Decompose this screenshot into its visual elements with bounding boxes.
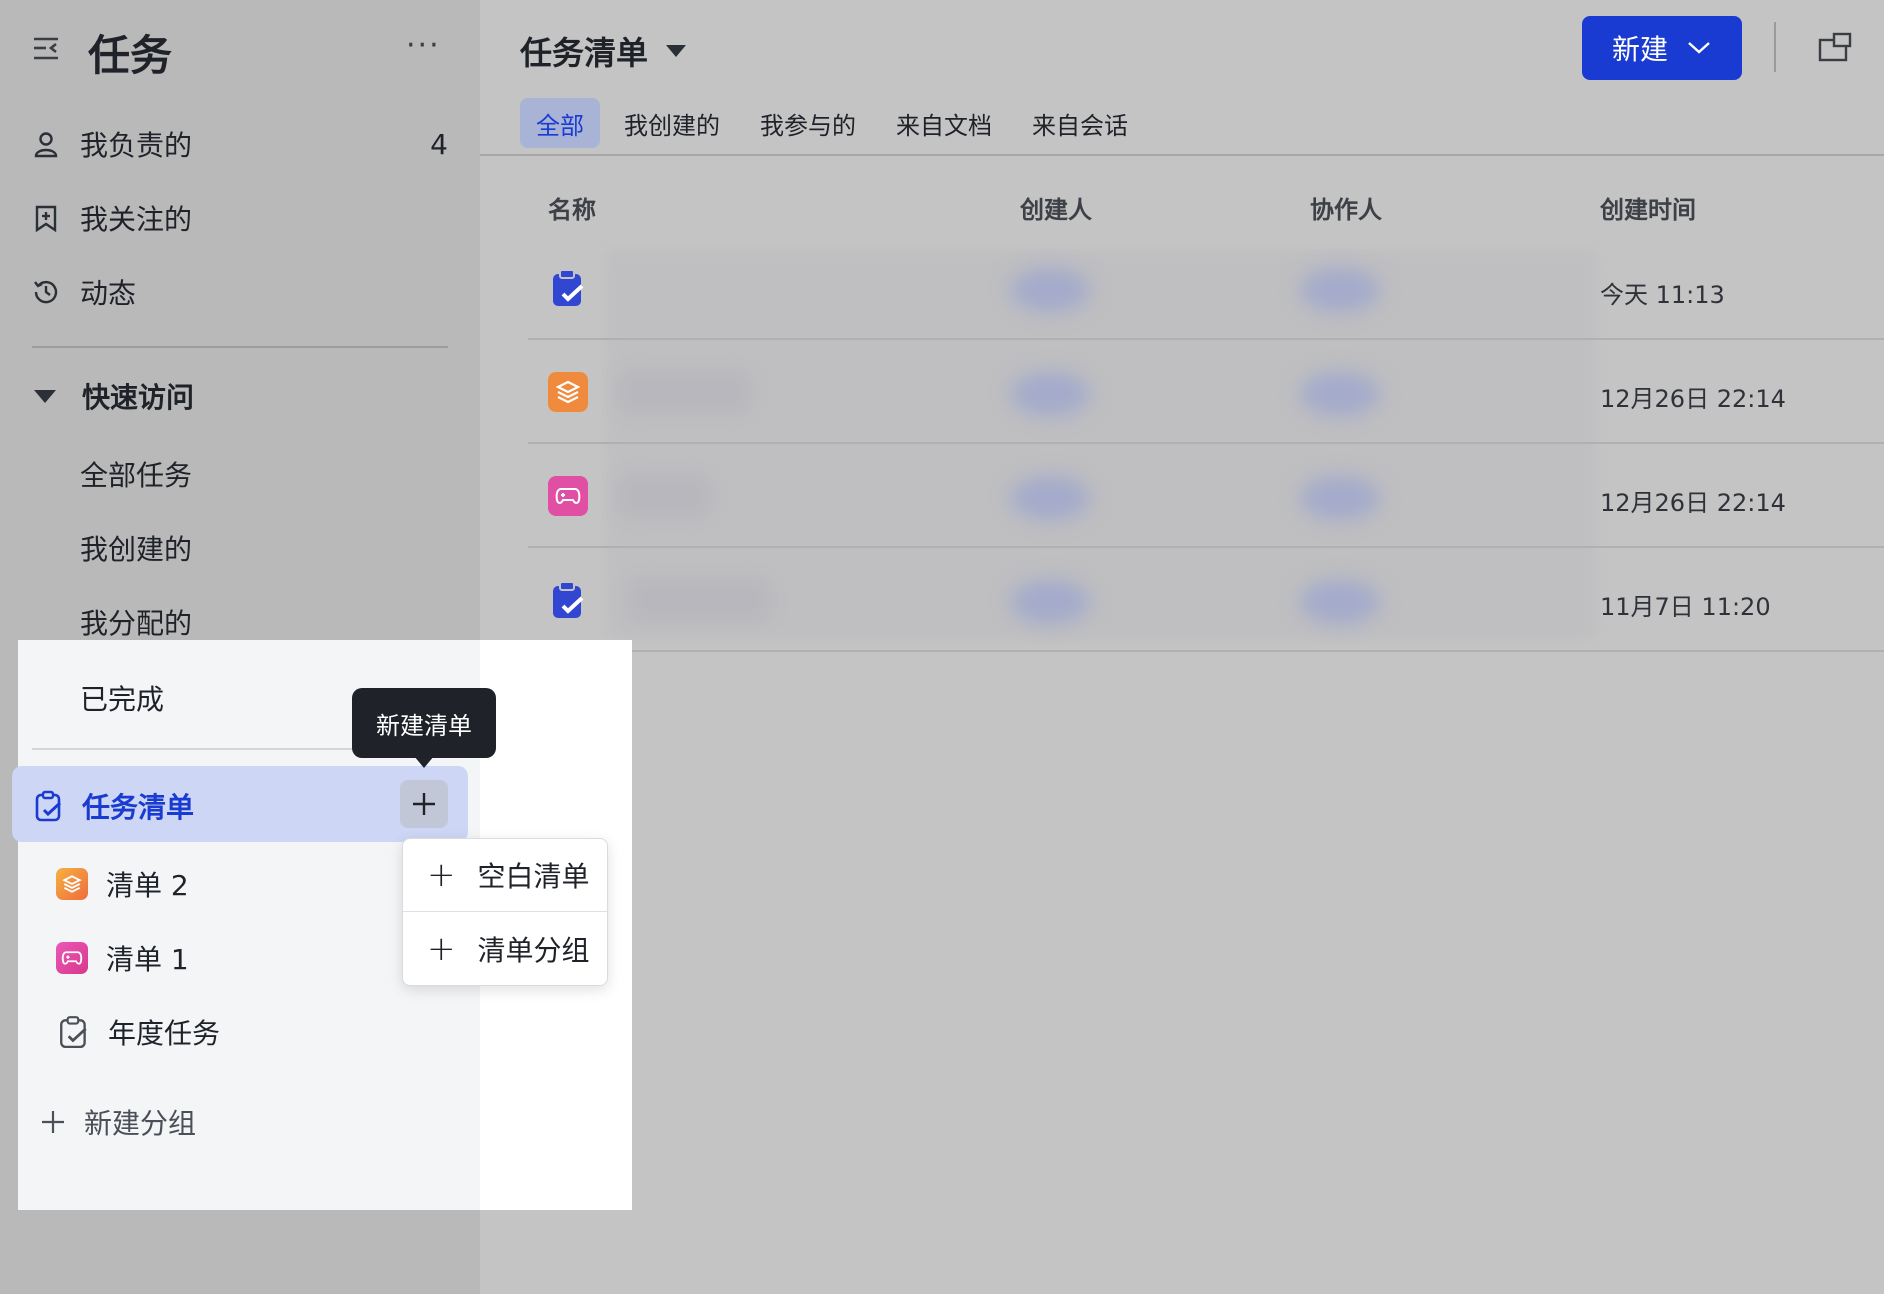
quick-access-item-created[interactable]: 我创建的 bbox=[80, 528, 192, 568]
tab-created[interactable]: 我创建的 bbox=[608, 98, 736, 148]
sidebar-item-label: 我负责的 bbox=[80, 129, 193, 162]
add-list-button[interactable] bbox=[400, 780, 448, 828]
layers-icon bbox=[56, 868, 88, 900]
page-title[interactable]: 任务清单 bbox=[520, 28, 687, 74]
layers-icon bbox=[548, 372, 588, 412]
sidebar-item-following[interactable]: 我关注的 bbox=[30, 188, 460, 248]
task-lists-header[interactable]: 任务清单 bbox=[34, 786, 194, 826]
gamepad-icon bbox=[56, 942, 88, 974]
quick-access-label: 快速访问 bbox=[82, 381, 195, 414]
bookmark-icon bbox=[30, 202, 62, 234]
row-divider bbox=[528, 546, 1884, 548]
plus-icon: + bbox=[427, 855, 456, 895]
creator-avatar bbox=[1010, 268, 1090, 312]
new-list-menu: + 空白清单 + 清单分组 bbox=[402, 838, 608, 986]
plus-icon bbox=[413, 793, 435, 815]
tab-all[interactable]: 全部 bbox=[520, 98, 600, 148]
task-name-blurred bbox=[620, 476, 710, 516]
quick-access-item-completed[interactable]: 已完成 bbox=[80, 678, 164, 718]
list-item-list-1[interactable]: 清单 1 bbox=[56, 938, 189, 978]
created-time: 今天 11:13 bbox=[1600, 281, 1725, 309]
clipboard-check-icon bbox=[34, 790, 64, 822]
menu-item-label: 空白清单 bbox=[477, 860, 590, 893]
list-item-label: 清单 1 bbox=[106, 943, 189, 976]
row-divider bbox=[528, 650, 1884, 652]
plus-icon bbox=[42, 1111, 64, 1133]
column-header-collaborator[interactable]: 协作人 bbox=[1310, 190, 1382, 225]
vertical-divider bbox=[1774, 22, 1776, 72]
collaborator-avatar bbox=[1300, 580, 1380, 624]
created-time: 12月26日 22:14 bbox=[1600, 489, 1786, 517]
quick-access-item-all[interactable]: 全部任务 bbox=[80, 454, 192, 494]
open-window-icon[interactable] bbox=[1818, 32, 1852, 64]
sidebar-item-assigned[interactable]: 我负责的 4 bbox=[30, 114, 460, 174]
sidebar-title: 任务 bbox=[88, 31, 173, 80]
creator-avatar bbox=[1010, 372, 1090, 416]
collaborator-avatar bbox=[1300, 268, 1380, 312]
person-icon bbox=[30, 128, 62, 160]
tab-from-docs[interactable]: 来自文档 bbox=[880, 98, 1008, 148]
column-header-created-time[interactable]: 创建时间 bbox=[1600, 190, 1696, 225]
task-name-blurred bbox=[630, 580, 770, 620]
chevron-down-icon bbox=[1688, 42, 1710, 54]
caret-down-icon bbox=[34, 389, 56, 403]
sidebar-item-activity[interactable]: 动态 bbox=[30, 262, 460, 322]
list-item-label: 年度任务 bbox=[108, 1017, 221, 1050]
tooltip-arrow bbox=[414, 756, 434, 768]
divider bbox=[32, 346, 448, 348]
row-divider bbox=[528, 338, 1884, 340]
more-icon[interactable]: ··· bbox=[406, 28, 441, 63]
clipboard-check-icon bbox=[58, 1015, 90, 1049]
creator-avatar bbox=[1010, 580, 1090, 624]
menu-item-list-group[interactable]: + 清单分组 bbox=[403, 913, 607, 985]
new-group-label: 新建分组 bbox=[84, 1107, 197, 1140]
tab-participated[interactable]: 我参与的 bbox=[744, 98, 872, 148]
quick-access-item-assigned[interactable]: 我分配的 bbox=[80, 602, 192, 642]
tab-bar: 全部 我创建的 我参与的 来自文档 来自会话 bbox=[520, 98, 1152, 148]
clipboard-check-icon bbox=[548, 268, 588, 308]
quick-access-header[interactable]: 快速访问 bbox=[34, 376, 194, 416]
divider bbox=[32, 748, 356, 750]
created-time: 11月7日 11:20 bbox=[1600, 593, 1771, 621]
task-lists-label: 任务清单 bbox=[82, 791, 195, 824]
collapse-sidebar-icon[interactable] bbox=[32, 34, 62, 64]
column-header-name[interactable]: 名称 bbox=[548, 190, 596, 225]
tooltip: 新建清单 bbox=[352, 688, 496, 758]
column-header-creator[interactable]: 创建人 bbox=[1020, 190, 1092, 225]
collaborator-avatar bbox=[1300, 372, 1380, 416]
collaborator-avatar bbox=[1300, 476, 1380, 520]
new-group-button[interactable]: 新建分组 bbox=[40, 1102, 196, 1142]
sidebar-item-label: 我关注的 bbox=[80, 203, 193, 236]
tabs-divider bbox=[480, 154, 1884, 156]
list-item-label: 清单 2 bbox=[106, 869, 189, 902]
menu-divider bbox=[403, 911, 607, 912]
new-button[interactable]: 新建 bbox=[1582, 16, 1742, 80]
page-title-text: 任务清单 bbox=[520, 34, 649, 72]
list-item-list-2[interactable]: 清单 2 bbox=[56, 864, 189, 904]
list-item-annual-tasks[interactable]: 年度任务 bbox=[58, 1012, 220, 1052]
menu-item-label: 清单分组 bbox=[477, 934, 590, 967]
row-divider bbox=[528, 442, 1884, 444]
gamepad-icon bbox=[548, 476, 588, 516]
history-icon bbox=[30, 276, 62, 308]
dropdown-caret-icon bbox=[666, 45, 687, 57]
sidebar-item-label: 动态 bbox=[80, 277, 137, 310]
creator-avatar bbox=[1010, 476, 1090, 520]
plus-icon: + bbox=[427, 929, 456, 969]
menu-item-blank-list[interactable]: + 空白清单 bbox=[403, 839, 607, 911]
new-button-label: 新建 bbox=[1611, 33, 1668, 66]
tab-from-chats[interactable]: 来自会话 bbox=[1016, 98, 1144, 148]
assigned-count-badge: 4 bbox=[430, 127, 448, 161]
clipboard-check-icon bbox=[548, 580, 588, 620]
task-name-blurred bbox=[620, 372, 750, 412]
created-time: 12月26日 22:14 bbox=[1600, 385, 1786, 413]
